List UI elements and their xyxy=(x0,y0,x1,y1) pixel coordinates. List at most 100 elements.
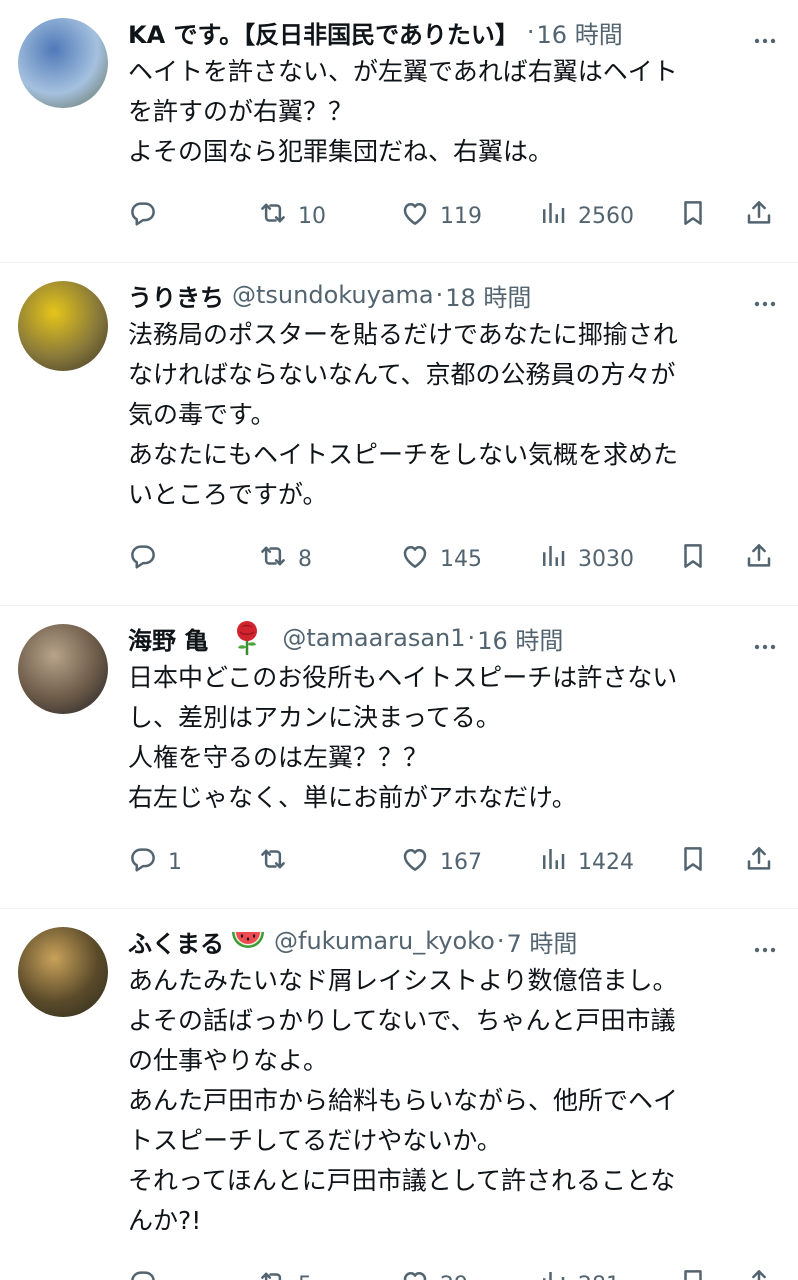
like-button[interactable]: 145 xyxy=(400,539,482,579)
more-icon[interactable] xyxy=(754,636,776,650)
bookmark-button[interactable] xyxy=(678,842,708,882)
separator-dot: · xyxy=(526,18,535,46)
views-button[interactable]: 2560 xyxy=(538,196,634,236)
action-bar: 8 145 3030 xyxy=(0,515,774,605)
share-button[interactable] xyxy=(744,842,774,882)
tweet[interactable]: ふくまる @fukumaru_kyoko · 7 時間 あんたみたいなド屑レイシ… xyxy=(0,909,798,1280)
watermelon-emoji xyxy=(230,926,266,956)
like-button[interactable]: 167 xyxy=(400,842,482,882)
avatar[interactable] xyxy=(18,624,108,714)
separator-dot: · xyxy=(496,927,505,955)
tweet-text-line: 右左じゃなく、単にお前がアホなだけ。 xyxy=(128,783,577,812)
retweet-count: 5 xyxy=(298,1273,312,1280)
tweet-text-line: 法務局のポスターを貼るだけであなたに揶揄され xyxy=(128,320,678,349)
bookmark-button[interactable] xyxy=(678,1265,708,1280)
user-handle[interactable]: @fukumaru_kyoko xyxy=(274,927,495,955)
timestamp[interactable]: 7 時間 xyxy=(507,924,578,959)
view-count: 1424 xyxy=(578,849,634,875)
retweet-button[interactable]: 8 xyxy=(258,539,312,579)
bookmark-icon xyxy=(678,541,708,577)
reply-button[interactable]: 1 xyxy=(128,842,182,882)
share-button[interactable] xyxy=(744,539,774,579)
reply-feed: KA です。【反日非国民でありたい】 · 16 時間 ヘイトを許さない、が左翼で… xyxy=(0,0,798,1280)
retweet-icon xyxy=(258,1267,288,1280)
tweet-text-line: ヘイトを許さない、が左翼であれば右翼はヘイト xyxy=(128,57,678,86)
like-button[interactable]: 119 xyxy=(400,196,482,236)
reply-icon xyxy=(128,1267,158,1280)
user-handle[interactable]: @tsundokuyama xyxy=(232,281,434,309)
tweet-header: KA です。【反日非国民でありたい】 · 16 時間 xyxy=(128,14,774,50)
like-count: 29 xyxy=(440,1273,468,1280)
like-count: 119 xyxy=(440,203,482,229)
tweet-text-line: あんたみたいなド屑レイシストより数億倍まし。 xyxy=(128,966,678,995)
avatar[interactable] xyxy=(18,281,108,371)
like-icon xyxy=(400,1267,430,1280)
views-button[interactable]: 1424 xyxy=(538,842,634,882)
bookmark-button[interactable] xyxy=(678,196,708,236)
action-bar: 10 119 2560 xyxy=(0,172,774,262)
views-icon xyxy=(538,198,568,234)
display-name[interactable]: 海野 亀 xyxy=(128,621,208,656)
more-icon[interactable] xyxy=(754,293,776,307)
avatar[interactable] xyxy=(18,927,108,1017)
view-count: 3030 xyxy=(578,546,634,572)
retweet-button[interactable] xyxy=(258,842,298,882)
share-icon xyxy=(744,844,774,880)
share-button[interactable] xyxy=(744,1265,774,1280)
reply-icon xyxy=(128,844,158,880)
view-count: 281 xyxy=(578,1273,620,1280)
retweet-count: 8 xyxy=(298,546,312,572)
tweet[interactable]: KA です。【反日非国民でありたい】 · 16 時間 ヘイトを許さない、が左翼で… xyxy=(0,0,798,263)
views-icon xyxy=(538,1267,568,1280)
like-icon xyxy=(400,198,430,234)
timestamp[interactable]: 16 時間 xyxy=(477,621,563,656)
rose-emoji xyxy=(230,620,264,656)
timestamp[interactable]: 18 時間 xyxy=(445,278,531,313)
reply-button[interactable] xyxy=(128,539,168,579)
share-icon xyxy=(744,198,774,234)
share-button[interactable] xyxy=(744,196,774,236)
tweet-text-line: 人権を守るのは左翼？？？ xyxy=(128,743,429,772)
tweet-text-line: んか?! xyxy=(128,1206,202,1235)
reply-button[interactable] xyxy=(128,1265,168,1280)
share-icon xyxy=(744,1267,774,1280)
tweet[interactable]: 海野 亀 @tamaarasan1 · 16 時間 日本中どこのお役所もヘイトス… xyxy=(0,606,798,909)
display-name[interactable]: うりきち xyxy=(128,278,224,313)
tweet-text-line: それってほんとに戸田市議として許されることな xyxy=(128,1166,676,1195)
retweet-button[interactable]: 5 xyxy=(258,1265,312,1280)
share-icon xyxy=(744,541,774,577)
bookmark-button[interactable] xyxy=(678,539,708,579)
retweet-icon xyxy=(258,198,288,234)
retweet-count: 10 xyxy=(298,203,326,229)
like-count: 145 xyxy=(440,546,482,572)
avatar[interactable] xyxy=(18,18,108,108)
tweet[interactable]: うりきち @tsundokuyama · 18 時間 法務局のポスターを貼るだけ… xyxy=(0,263,798,606)
display-name[interactable]: ふくまる xyxy=(128,924,224,959)
like-count: 167 xyxy=(440,849,482,875)
separator-dot: · xyxy=(467,624,476,652)
tweet-text-line: あんた戸田市から給料もらいながら、他所でヘイ xyxy=(128,1086,679,1115)
tweet-text-line: よその話ばっかりしてないで、ちゃんと戸田市議 xyxy=(128,1006,676,1035)
reply-button[interactable] xyxy=(128,196,168,236)
timestamp[interactable]: 16 時間 xyxy=(537,15,623,50)
separator-dot: · xyxy=(435,281,444,309)
user-handle[interactable]: @tamaarasan1 xyxy=(282,624,465,652)
more-icon[interactable] xyxy=(754,30,776,44)
views-icon xyxy=(538,844,568,880)
like-button[interactable]: 29 xyxy=(400,1265,468,1280)
tweet-text-line: あなたにもヘイトスピーチをしない気概を求めた xyxy=(128,440,679,469)
tweet-text: あんたみたいなド屑レイシストより数億倍まし。 よその話ばっかりしてないで、ちゃんと… xyxy=(128,961,774,1241)
tweet-text: 法務局のポスターを貼るだけであなたに揶揄され なければならないなんて、京都の公務員… xyxy=(128,315,774,515)
retweet-button[interactable]: 10 xyxy=(258,196,326,236)
views-button[interactable]: 3030 xyxy=(538,539,634,579)
tweet-text-line: なければならないなんて、京都の公務員の方々が xyxy=(128,360,676,389)
tweet-text-line: の仕事やりなよ。 xyxy=(128,1046,329,1075)
views-button[interactable]: 281 xyxy=(538,1265,620,1280)
more-icon[interactable] xyxy=(754,939,776,953)
like-icon xyxy=(400,541,430,577)
like-icon xyxy=(400,844,430,880)
tweet-text-line: いところですが。 xyxy=(128,480,328,509)
tweet-text-line: 気の毒です。 xyxy=(128,400,276,429)
tweet-header: 海野 亀 @tamaarasan1 · 16 時間 xyxy=(128,620,774,656)
display-name[interactable]: KA です。【反日非国民でありたい】 xyxy=(128,15,519,50)
